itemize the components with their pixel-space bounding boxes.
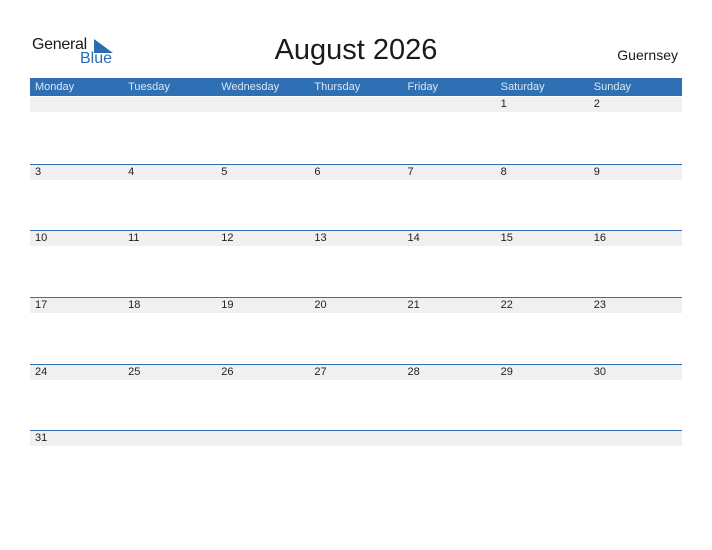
day-cell: 2 — [593, 98, 600, 110]
day-cell — [403, 97, 496, 112]
day-cell — [309, 431, 402, 446]
day-cell: 28 — [407, 365, 420, 378]
day-cell: 7 — [407, 165, 414, 178]
day-cell — [403, 431, 496, 446]
weekday-monday: Monday — [35, 81, 75, 93]
day-cell: 27 — [314, 365, 327, 378]
day-cell: 12 — [221, 232, 234, 245]
day-cell: 10 — [35, 232, 48, 245]
day-cell: 17 — [35, 299, 48, 312]
date-strip: 31 — [30, 431, 682, 447]
day-cell: 22 — [500, 299, 513, 312]
weekday-tuesday: Tuesday — [128, 81, 170, 93]
day-cell — [123, 97, 216, 112]
weekday-friday: Friday — [407, 81, 439, 93]
day-cell: 6 — [314, 165, 321, 178]
day-cell — [216, 97, 309, 112]
day-cell: 14 — [407, 232, 420, 245]
week-row: 31 — [30, 430, 682, 497]
week-row: 3 4 5 6 7 8 9 — [30, 163, 682, 231]
date-strip: 12 — [30, 97, 682, 112]
weekday-sunday: Sunday — [593, 81, 632, 93]
day-cell: 31 — [35, 432, 48, 445]
date-strip: 10 11 12 13 14 15 16 — [30, 231, 682, 247]
day-cell — [30, 97, 123, 112]
day-cell: 25 — [128, 365, 141, 378]
day-cell: 3 — [35, 165, 42, 178]
country-label: Guernsey — [617, 47, 678, 63]
day-cell: 19 — [221, 299, 234, 312]
day-cell — [123, 431, 216, 446]
calendar-grid: Monday Tuesday Wednesday Thursday Friday… — [30, 78, 682, 497]
day-cell: 1 — [500, 98, 507, 110]
day-cell: 23 — [593, 299, 606, 312]
day-cell: 30 — [593, 365, 606, 378]
day-cell: 13 — [314, 232, 327, 245]
day-cell: 5 — [221, 165, 228, 178]
day-cell: 15 — [500, 232, 513, 245]
calendar-title: August 2026 — [274, 34, 438, 66]
week-row: 10 11 12 13 14 15 16 — [30, 230, 682, 297]
day-cell: 20 — [314, 299, 327, 312]
weekday-header: Monday Tuesday Wednesday Thursday Friday… — [30, 78, 682, 96]
day-cell: 18 — [128, 299, 141, 312]
week-row: 24 25 26 27 28 29 30 — [30, 363, 682, 431]
date-strip: 3 4 5 6 7 8 9 — [30, 164, 682, 180]
day-cell: 26 — [221, 365, 234, 378]
day-cell: 11 — [128, 232, 140, 245]
day-cell — [589, 431, 682, 446]
week-row: 17 18 19 20 21 22 23 — [30, 297, 682, 364]
day-cell: 8 — [500, 165, 507, 178]
weekday-thursday: Thursday — [314, 81, 361, 93]
day-cell: 24 — [35, 365, 48, 378]
date-strip: 24 25 26 27 28 29 30 — [30, 364, 682, 380]
date-strip: 17 18 19 20 21 22 23 — [30, 298, 682, 314]
day-cell — [496, 431, 589, 446]
weekday-saturday: Saturday — [500, 81, 545, 93]
day-cell — [216, 431, 309, 446]
day-cell: 21 — [407, 299, 420, 312]
day-cell: 4 — [128, 165, 135, 178]
day-cell: 16 — [593, 232, 606, 245]
weeks-container: 1 2 3 4 5 6 7 8 9 10 11 12 13 14 15 16 17 18 19 20 21 22 23 24 2… — [30, 97, 682, 497]
day-cell: 29 — [500, 365, 513, 378]
week-row: 12 — [30, 97, 682, 164]
day-cell: 9 — [593, 165, 600, 178]
weekday-wednesday: Wednesday — [221, 81, 280, 93]
day-cell — [309, 97, 402, 112]
